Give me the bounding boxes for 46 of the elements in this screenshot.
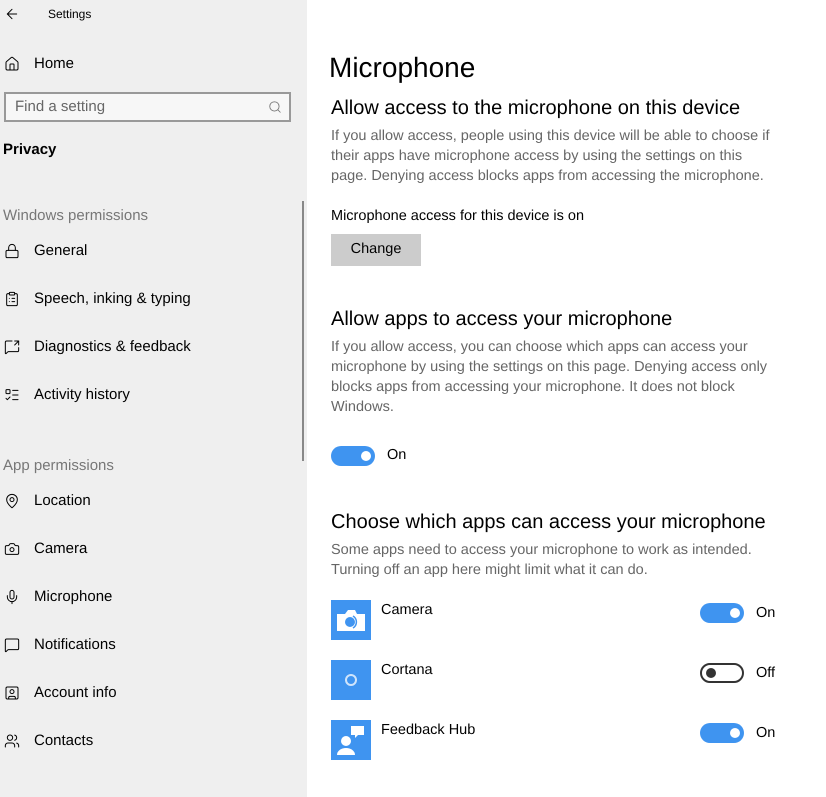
section-heading: Choose which apps can access your microphone — [331, 510, 767, 534]
toggle-switch[interactable] — [700, 603, 744, 624]
window-title: Settings — [48, 6, 92, 23]
app-name: Feedback Hub — [381, 720, 476, 740]
page-title: Microphone — [329, 51, 476, 85]
home-link[interactable]: Home — [4, 53, 74, 76]
speech-bubble-icon — [4, 637, 20, 653]
camera-icon — [4, 541, 20, 557]
sidebar-item[interactable]: Contacts — [0, 717, 300, 765]
sidebar-item[interactable]: Camera — [0, 525, 300, 573]
section-heading: Allow access to the microphone on this device — [331, 96, 742, 121]
toggle-switch[interactable] — [700, 723, 744, 744]
app-name: Cortana — [381, 660, 434, 680]
change-button[interactable]: Change — [331, 234, 421, 266]
section-title: Privacy — [3, 140, 58, 160]
map-pin-icon — [4, 493, 20, 509]
sidebar-item[interactable]: Account info — [0, 669, 300, 717]
group-heading: Windows permissions — [3, 206, 150, 226]
section-description: Some apps need to access your microphone to work as intended. Turning off an app here might limit what it can do. — [331, 540, 753, 580]
lock-icon — [4, 243, 20, 259]
toggle-label: On — [387, 446, 406, 465]
search-field[interactable]: Find a setting — [4, 92, 291, 122]
search-icon — [268, 100, 282, 114]
sidebar-item[interactable]: Notifications — [0, 621, 300, 669]
sidebar-item[interactable]: General — [0, 227, 300, 275]
sidebar-item[interactable]: Activity history — [0, 371, 300, 419]
group-heading: App permissions — [3, 456, 115, 476]
home-icon — [4, 56, 20, 72]
section-heading: Allow apps to access your microphone — [331, 306, 674, 332]
microphone-icon — [4, 589, 20, 605]
app-name: Camera — [381, 600, 434, 620]
section-description: If you allow access, people using this device will be able to choose if their apps have microphone access by using the settings on this page. Denying access blocks apps from accessing the microphone. — [331, 127, 770, 186]
toggle-switch[interactable] — [700, 663, 744, 684]
toggle-label: On — [756, 724, 776, 742]
sidebar-item[interactable]: Microphone — [0, 573, 300, 621]
list-icon — [4, 387, 20, 403]
toggle-switch[interactable] — [331, 446, 375, 466]
sidebar-item[interactable]: Location — [0, 477, 300, 525]
section-description: If you allow access, you can choose which apps can access your microphone by using the settings on this page. Denying access only blocks apps from accessing your microphone. It does not block Windows. — [331, 338, 768, 417]
people-icon — [4, 733, 20, 749]
sidebar-item[interactable]: Speech, inking & typing — [0, 275, 300, 323]
toggle-label: Off — [756, 664, 776, 682]
access-status: Microphone access for this device is on — [331, 207, 586, 226]
clipboard-icon — [4, 291, 20, 307]
sidebar-item[interactable]: Diagnostics & feedback — [0, 323, 300, 371]
toggle-label: On — [756, 604, 776, 622]
